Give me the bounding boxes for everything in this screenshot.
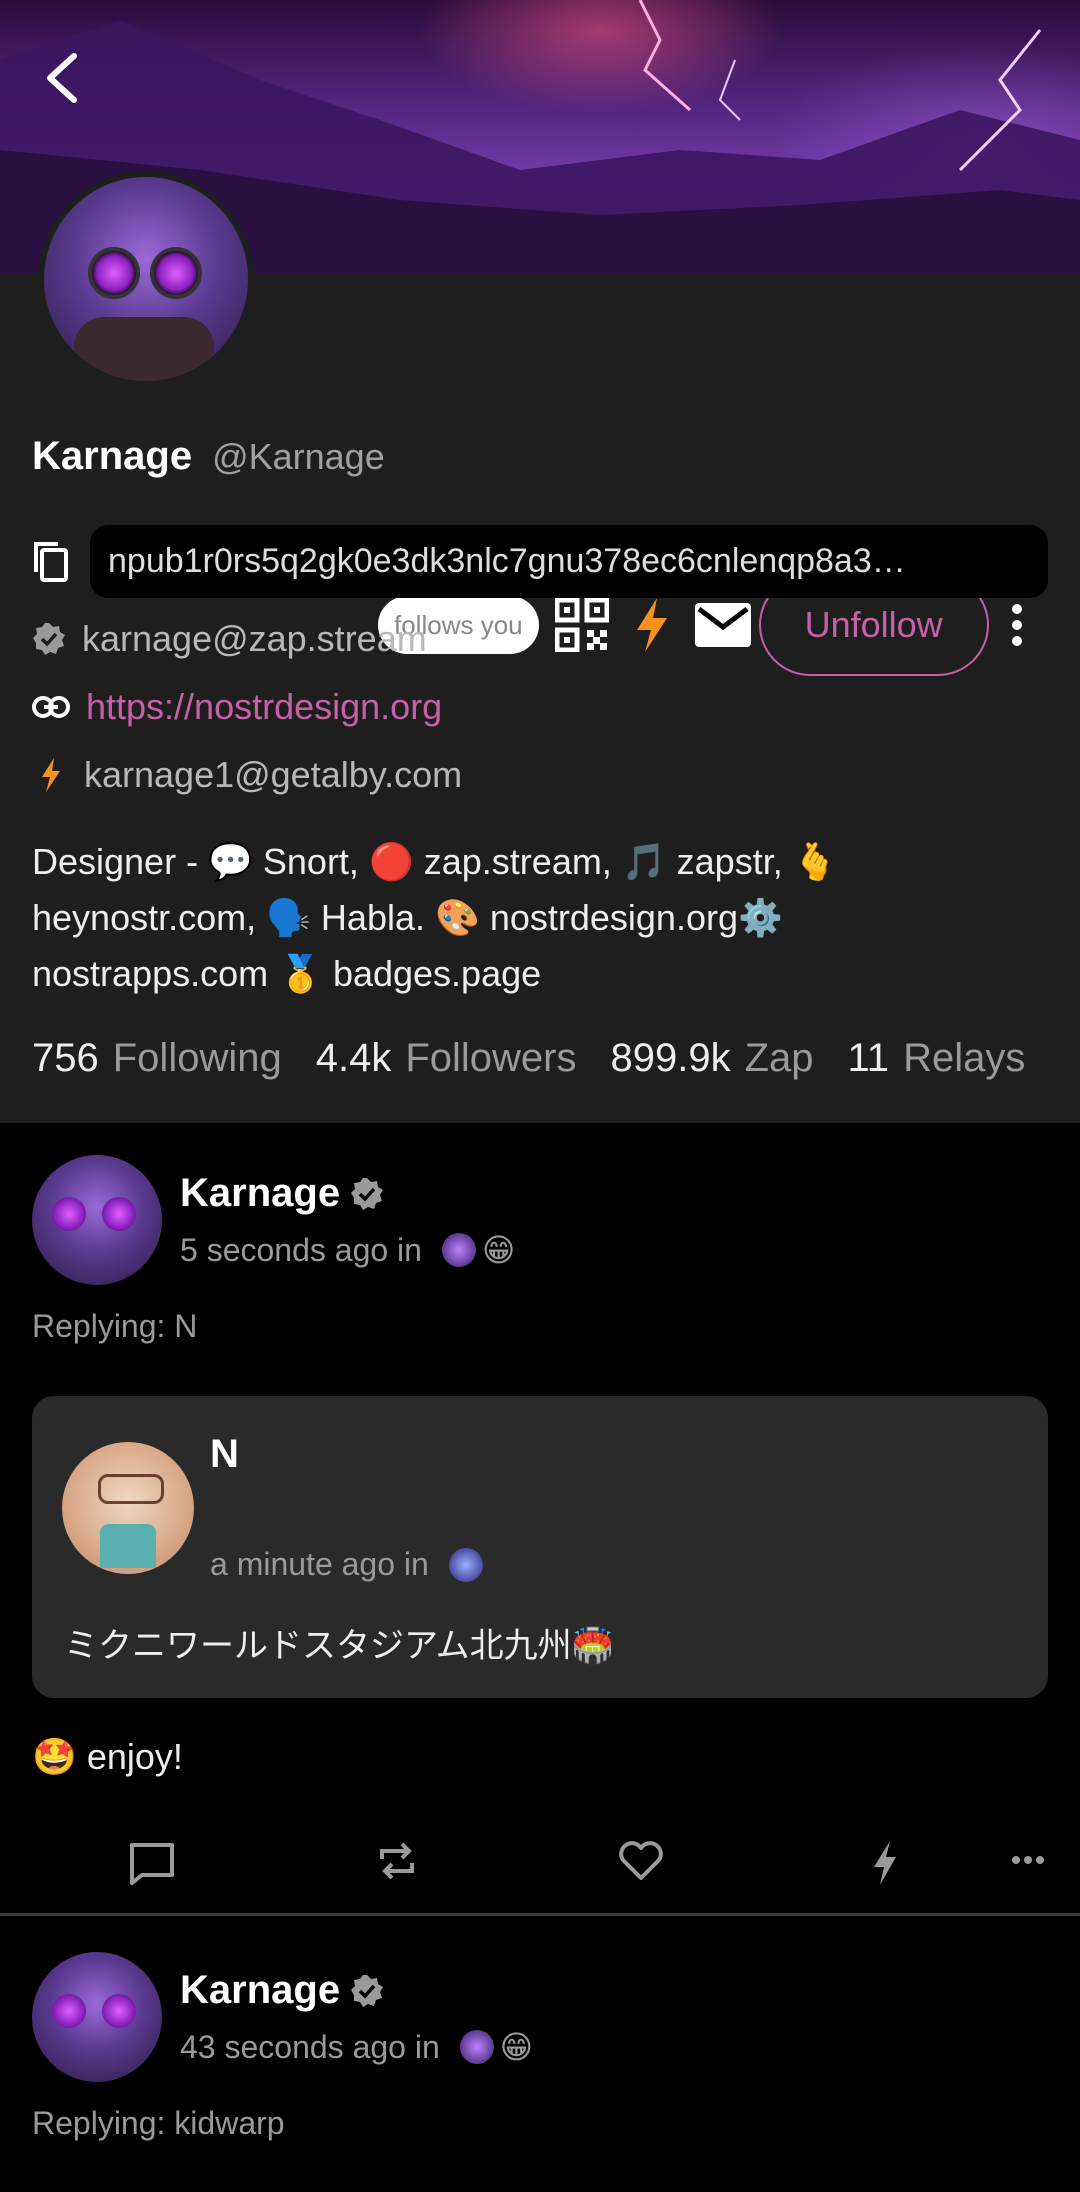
bio-line: nostrapps.com 🥇 badges.page — [32, 953, 542, 994]
npub-field[interactable]: npub1r0rs5q2gk0e3dk3nlc7gnu378ec6cnlenqp… — [90, 525, 1048, 598]
quote-time-row: a minute ago in — [210, 1546, 483, 1583]
website-link[interactable]: https://nostrdesign.org — [86, 686, 442, 728]
note-timestamp: 5 seconds ago in — [180, 1231, 422, 1268]
bio-line: heynostr.com, 🗣️ Habla. 🎨 nostrdesign.or… — [32, 897, 783, 938]
note-author-name[interactable]: Karnage — [180, 1968, 340, 2013]
npub-row: npub1r0rs5q2gk0e3dk3nlc7gnu378ec6cnlenqp… — [32, 525, 1048, 598]
nip05-row: karnage@zap.stream — [32, 618, 427, 660]
repost-icon[interactable] — [376, 1841, 418, 1881]
name-row: Karnage @Karnage — [32, 434, 385, 479]
quote-content: ミクニワールドスタジアム北九州🏟️ — [64, 1627, 614, 1665]
display-name: Karnage — [32, 434, 193, 478]
message-envelope-icon[interactable] — [694, 603, 751, 647]
replying-to[interactable]: Replying: kidwarp — [32, 2105, 285, 2142]
more-icon[interactable] — [1012, 1855, 1044, 1865]
quoted-note-card[interactable]: N a minute ago in ミクニワールドスタジアム北九州🏟️ — [32, 1396, 1048, 1698]
lightning-address[interactable]: karnage1@getalby.com — [84, 754, 462, 796]
note-content: 🤩 enjoy! — [32, 1736, 183, 1777]
profile-bio: Designer - 💬 Snort, 🔴 zap.stream, 🎵 zaps… — [32, 834, 1052, 1002]
following-count[interactable]: 756 — [32, 1036, 99, 1081]
note-author-row: Karnage — [180, 1171, 384, 1216]
quote-author-avatar[interactable] — [62, 1442, 194, 1574]
more-options-icon[interactable] — [1011, 603, 1023, 647]
website-row: https://nostrdesign.org — [32, 686, 442, 728]
relays-label[interactable]: Relays — [903, 1036, 1025, 1081]
note-time-row: 5 seconds ago in 😁 — [180, 1231, 515, 1269]
lightning-icon — [42, 758, 60, 792]
reply-icon[interactable] — [128, 1841, 176, 1887]
qr-code-icon[interactable] — [554, 598, 609, 652]
following-label[interactable]: Following — [113, 1036, 282, 1081]
link-icon — [32, 696, 70, 718]
like-heart-icon[interactable] — [618, 1841, 664, 1881]
zap-count[interactable]: 899.9k — [610, 1036, 730, 1081]
note-author-avatar[interactable] — [32, 1155, 162, 1285]
community-icon[interactable] — [448, 1547, 483, 1582]
note-timestamp: 43 seconds ago in — [180, 2028, 440, 2065]
lightning-address-row: karnage1@getalby.com — [32, 754, 462, 796]
note-item[interactable]: Karnage 5 seconds ago in 😁 Replying: N N… — [0, 1123, 1080, 1913]
zap-icon[interactable] — [872, 1841, 898, 1885]
profile-avatar[interactable] — [38, 171, 254, 387]
verified-badge-icon — [351, 1177, 384, 1210]
grin-emoji-icon: 😁 — [481, 1232, 516, 1268]
note-action-bar — [0, 1823, 1080, 1903]
replying-to[interactable]: Replying: N — [32, 1308, 197, 1345]
zap-label[interactable]: Zap — [745, 1036, 814, 1081]
zap-bolt-icon[interactable] — [635, 598, 669, 652]
note-author-name[interactable]: Karnage — [180, 1171, 340, 1216]
note-divider — [0, 1913, 1080, 1916]
profile-header: follows you Unfollow Karnage @Karnage np… — [0, 273, 1080, 1123]
relays-count[interactable]: 11 — [848, 1036, 890, 1081]
verified-badge-icon — [33, 623, 65, 655]
username-handle: @Karnage — [212, 436, 385, 477]
profile-stats: 756 Following 4.4k Followers 899.9k Zap … — [32, 1036, 1025, 1081]
back-arrow-icon[interactable] — [40, 52, 84, 104]
bio-line: Designer - 💬 Snort, 🔴 zap.stream, 🎵 zaps… — [32, 841, 838, 882]
community-icon[interactable] — [441, 1233, 476, 1267]
grin-emoji-icon: 😁 — [499, 2029, 534, 2065]
cat-avatar-image — [44, 177, 248, 381]
note-item[interactable]: Karnage 43 seconds ago in 😁 Replying: ki… — [0, 1920, 1080, 2192]
quote-author-name[interactable]: N — [210, 1432, 239, 1477]
note-time-row: 43 seconds ago in 😁 — [180, 2028, 533, 2066]
verified-badge-icon — [351, 1974, 384, 2007]
copy-icon[interactable] — [32, 540, 70, 584]
community-icon[interactable] — [459, 2030, 494, 2064]
followers-label[interactable]: Followers — [405, 1036, 576, 1081]
note-author-avatar[interactable] — [32, 1952, 162, 2082]
note-author-row: Karnage — [180, 1968, 384, 2013]
quote-timestamp: a minute ago in — [210, 1546, 429, 1582]
followers-count[interactable]: 4.4k — [316, 1036, 392, 1081]
nip05-text: karnage@zap.stream — [82, 618, 427, 659]
